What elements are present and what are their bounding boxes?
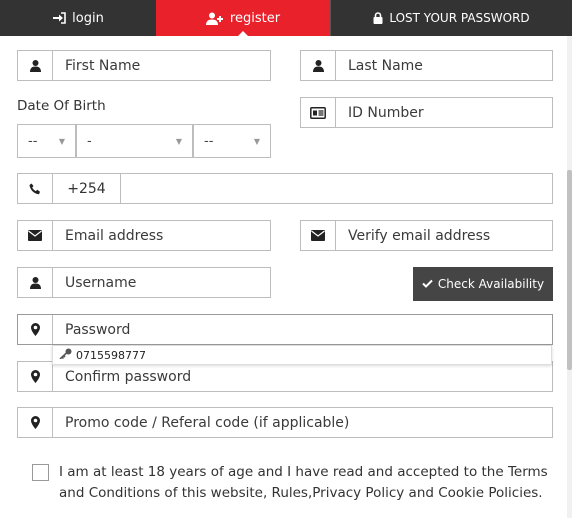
autofill-suggestion-text: 0715598777 — [76, 348, 146, 362]
check-icon — [422, 277, 433, 291]
user-icon — [301, 51, 336, 80]
sign-in-icon — [52, 12, 66, 24]
terms-text: I am at least 18 years of age and I have… — [59, 464, 548, 501]
username-field — [17, 267, 271, 298]
promo-code-field — [17, 407, 553, 438]
phone-input[interactable] — [121, 174, 552, 203]
tab-lost-password-label: LOST YOUR PASSWORD — [389, 11, 530, 25]
first-name-field — [17, 50, 271, 81]
verify-email-field — [300, 220, 553, 251]
id-card-icon — [301, 98, 336, 127]
id-number-field — [300, 97, 553, 128]
verify-email-input[interactable] — [336, 221, 552, 250]
auth-tabs: login register LOST YOUR PASSWORD — [0, 0, 572, 37]
tab-login-label: login — [72, 10, 104, 26]
scrollbar-thumb[interactable] — [567, 170, 572, 370]
user-plus-icon — [205, 12, 224, 25]
dob-month-value: - — [87, 133, 92, 149]
map-marker-icon — [18, 408, 53, 437]
chevron-down-icon: ▼ — [58, 136, 65, 146]
phone-icon — [18, 174, 53, 203]
chevron-down-icon: ▼ — [175, 136, 182, 146]
email-field — [17, 220, 271, 251]
id-number-input[interactable] — [336, 98, 552, 127]
key-icon — [59, 348, 72, 362]
promo-code-input[interactable] — [53, 408, 552, 437]
last-name-input[interactable] — [336, 51, 552, 80]
lock-icon — [373, 12, 383, 24]
confirm-password-input[interactable] — [53, 362, 552, 391]
phone-prefix: +254 — [53, 174, 121, 203]
autofill-suggestion[interactable]: 0715598777 — [52, 345, 552, 365]
dob-year-select[interactable]: -- ▼ — [193, 124, 271, 158]
tab-lost-password[interactable]: LOST YOUR PASSWORD — [330, 0, 572, 36]
check-availability-label: Check Availability — [437, 277, 545, 291]
dob-day-select[interactable]: -- ▼ — [17, 124, 76, 158]
phone-field: +254 — [17, 173, 553, 204]
tab-register[interactable]: register — [156, 0, 330, 37]
confirm-password-field — [17, 361, 553, 392]
dob-year-value: -- — [204, 133, 214, 149]
active-tab-indicator — [237, 31, 249, 37]
envelope-icon — [301, 221, 336, 250]
email-input[interactable] — [53, 221, 270, 250]
password-field — [17, 314, 553, 345]
terms-row: I am at least 18 years of age and I have… — [32, 462, 554, 504]
map-marker-icon — [18, 315, 53, 344]
first-name-input[interactable] — [53, 51, 270, 80]
tab-login[interactable]: login — [0, 0, 156, 36]
user-icon — [18, 268, 53, 297]
envelope-icon — [18, 221, 53, 250]
dob-month-select[interactable]: - ▼ — [76, 124, 193, 158]
dob-day-value: -- — [28, 133, 38, 149]
check-availability-button[interactable]: Check Availability — [413, 267, 553, 301]
user-icon — [18, 51, 53, 80]
username-input[interactable] — [53, 268, 270, 297]
chevron-down-icon: ▼ — [253, 136, 260, 146]
terms-checkbox[interactable] — [32, 464, 49, 481]
tab-register-label: register — [229, 10, 281, 26]
last-name-field — [300, 50, 553, 81]
password-input[interactable] — [53, 315, 552, 344]
dob-label: Date Of Birth — [17, 98, 106, 114]
map-marker-icon — [18, 362, 53, 391]
